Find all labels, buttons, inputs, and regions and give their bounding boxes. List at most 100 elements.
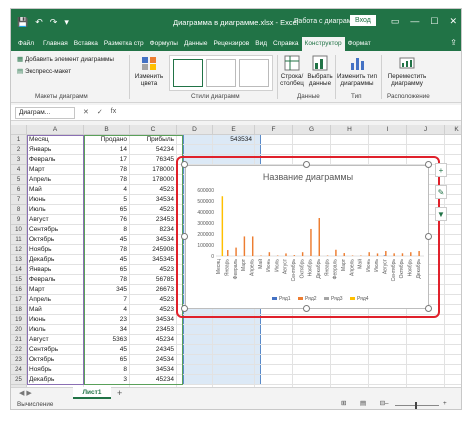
table-cell[interactable]: [213, 355, 255, 365]
table-cell[interactable]: 24345: [130, 345, 177, 355]
table-cell[interactable]: 78: [84, 245, 130, 255]
table-cell[interactable]: [293, 135, 331, 145]
table-cell[interactable]: [407, 145, 445, 155]
table-cell[interactable]: Февраль: [27, 275, 84, 285]
select-data-button[interactable]: Выбрать данные: [307, 55, 333, 87]
table-cell[interactable]: Апрель: [27, 295, 84, 305]
table-cell[interactable]: Май: [27, 305, 84, 315]
table-cell[interactable]: [445, 305, 461, 315]
column-header[interactable]: C: [130, 125, 177, 135]
table-cell[interactable]: [369, 365, 407, 375]
tab-help[interactable]: Справка: [270, 40, 302, 51]
enter-icon[interactable]: ✓: [97, 108, 103, 116]
table-cell[interactable]: 34: [84, 325, 130, 335]
table-cell[interactable]: [213, 345, 255, 355]
table-cell[interactable]: [293, 365, 331, 375]
tab-view[interactable]: Вид: [252, 40, 270, 51]
table-cell[interactable]: 7: [84, 295, 130, 305]
table-cell[interactable]: 178000: [130, 175, 177, 185]
table-cell[interactable]: [331, 145, 369, 155]
resize-handle[interactable]: [425, 305, 432, 312]
save-icon[interactable]: 💾: [17, 17, 28, 28]
table-cell[interactable]: [369, 325, 407, 335]
table-cell[interactable]: [255, 345, 293, 355]
table-cell[interactable]: [445, 315, 461, 325]
table-cell[interactable]: [213, 325, 255, 335]
resize-handle[interactable]: [181, 161, 188, 168]
table-cell[interactable]: [177, 355, 213, 365]
table-cell[interactable]: Прибыль: [130, 135, 177, 145]
table-cell[interactable]: [255, 335, 293, 345]
tab-design[interactable]: Конструктор: [301, 37, 345, 51]
row-header[interactable]: 23: [11, 355, 27, 365]
undo-icon[interactable]: ↶: [35, 17, 43, 28]
table-cell[interactable]: [445, 325, 461, 335]
chart-styles-brush-icon[interactable]: ✎: [435, 185, 447, 199]
customize-qat-icon[interactable]: ▾: [64, 17, 69, 28]
chart-style-thumbnail[interactable]: [239, 59, 269, 87]
switch-row-column-button[interactable]: Строка/столбец: [279, 55, 305, 87]
table-cell[interactable]: Сентябрь: [27, 225, 84, 235]
table-cell[interactable]: [293, 345, 331, 355]
table-cell[interactable]: 345: [84, 285, 130, 295]
chart-style-thumbnail[interactable]: [206, 59, 236, 87]
table-cell[interactable]: [177, 345, 213, 355]
chart-styles-gallery[interactable]: [169, 55, 273, 91]
row-header[interactable]: 21: [11, 335, 27, 345]
name-box[interactable]: Диаграм...: [15, 107, 75, 119]
table-cell[interactable]: [445, 255, 461, 265]
row-header[interactable]: 10: [11, 225, 27, 235]
column-header[interactable]: K: [445, 125, 461, 135]
table-cell[interactable]: 54234: [130, 145, 177, 155]
table-cell[interactable]: 78: [84, 275, 130, 285]
table-cell[interactable]: Январь: [27, 145, 84, 155]
table-cell[interactable]: Апрель: [27, 175, 84, 185]
table-cell[interactable]: [369, 145, 407, 155]
table-cell[interactable]: 45: [84, 345, 130, 355]
page-layout-view-icon[interactable]: ▤: [360, 400, 372, 407]
table-cell[interactable]: [407, 355, 445, 365]
resize-handle[interactable]: [303, 161, 310, 168]
row-header[interactable]: 18: [11, 305, 27, 315]
table-cell[interactable]: [445, 235, 461, 245]
table-cell[interactable]: Июль: [27, 325, 84, 335]
resize-handle[interactable]: [181, 305, 188, 312]
table-cell[interactable]: 8: [84, 365, 130, 375]
table-cell[interactable]: [293, 355, 331, 365]
row-header[interactable]: 14: [11, 265, 27, 275]
table-cell[interactable]: 65: [84, 205, 130, 215]
table-cell[interactable]: 65: [84, 355, 130, 365]
table-cell[interactable]: [369, 335, 407, 345]
table-cell[interactable]: [331, 135, 369, 145]
select-all-corner[interactable]: [11, 125, 27, 135]
table-cell[interactable]: 34534: [130, 365, 177, 375]
table-cell[interactable]: [445, 335, 461, 345]
add-sheet-button[interactable]: +: [117, 388, 122, 398]
chart-style-thumbnail[interactable]: [173, 59, 203, 87]
table-cell[interactable]: [407, 335, 445, 345]
column-header[interactable]: H: [331, 125, 369, 135]
maximize-icon[interactable]: ☐: [430, 16, 438, 27]
chart-elements-button[interactable]: +: [435, 163, 447, 177]
table-cell[interactable]: [445, 275, 461, 285]
table-cell[interactable]: 34534: [130, 235, 177, 245]
table-cell[interactable]: [445, 375, 461, 385]
resize-handle[interactable]: [425, 233, 432, 240]
table-cell[interactable]: 4: [84, 185, 130, 195]
table-cell[interactable]: Февраль: [27, 155, 84, 165]
share-icon[interactable]: ⇪: [450, 38, 457, 47]
column-header[interactable]: J: [407, 125, 445, 135]
table-cell[interactable]: Август: [27, 335, 84, 345]
table-cell[interactable]: 8: [84, 225, 130, 235]
table-cell[interactable]: [331, 355, 369, 365]
table-cell[interactable]: [213, 335, 255, 345]
table-cell[interactable]: [213, 365, 255, 375]
sheet-nav-icon[interactable]: ◀ ▶: [19, 389, 32, 397]
table-cell[interactable]: [407, 325, 445, 335]
table-cell[interactable]: 45: [84, 255, 130, 265]
table-cell[interactable]: [445, 295, 461, 305]
table-cell[interactable]: [255, 355, 293, 365]
table-cell[interactable]: [445, 265, 461, 275]
table-cell[interactable]: 245908: [130, 245, 177, 255]
table-cell[interactable]: 65: [84, 265, 130, 275]
